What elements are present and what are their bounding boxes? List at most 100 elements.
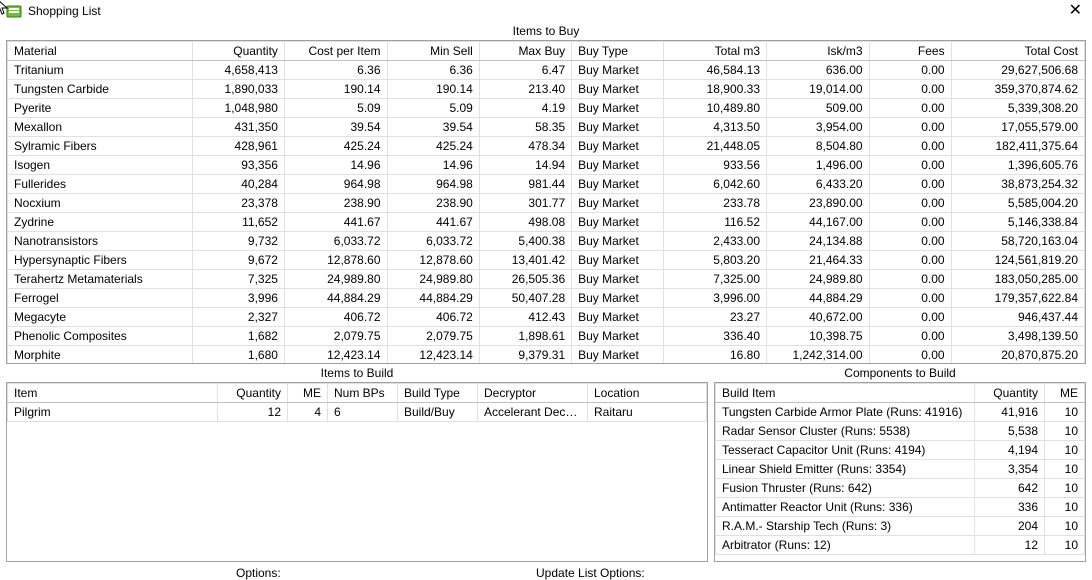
cell: 39.54 [387, 118, 479, 137]
cell: Buy Market [572, 156, 664, 175]
table-row[interactable]: Sylramic Fibers428,961425.24425.24478.34… [8, 137, 1085, 156]
cell: 8,504.80 [767, 137, 870, 156]
cell: 12,878.60 [284, 251, 387, 270]
cell: 124,561,819.20 [951, 251, 1084, 270]
col-isk-m3[interactable]: Isk/m3 [767, 42, 870, 61]
col-max-buy[interactable]: Max Buy [479, 42, 571, 61]
cell: 13,401.42 [479, 251, 571, 270]
table-row[interactable]: Pyerite1,048,9805.095.094.19Buy Market10… [8, 99, 1085, 118]
items-to-build-grid[interactable]: Item Quantity ME Num BPs Build Type Decr… [6, 382, 708, 562]
table-row[interactable]: Linear Shield Emitter (Runs: 3354)3,3541… [716, 460, 1085, 479]
table-row[interactable]: Fullerides40,284964.98964.98981.44Buy Ma… [8, 175, 1085, 194]
cell: 981.44 [479, 175, 571, 194]
cell: 1,048,980 [192, 99, 284, 118]
components-to-build-grid[interactable]: Build Item Quantity ME Tungsten Carbide … [714, 382, 1086, 562]
col-min-sell[interactable]: Min Sell [387, 42, 479, 61]
cell: Buy Market [572, 118, 664, 137]
table-row[interactable]: Hypersynaptic Fibers9,67212,878.6012,878… [8, 251, 1085, 270]
cell: Buy Market [572, 213, 664, 232]
table-row[interactable]: Phenolic Composites1,6822,079.752,079.75… [8, 327, 1085, 346]
table-row[interactable]: Tesseract Capacitor Unit (Runs: 4194)4,1… [716, 441, 1085, 460]
cell: 2,079.75 [387, 327, 479, 346]
cell: 964.98 [284, 175, 387, 194]
cell: 12 [218, 403, 288, 422]
items-to-buy-grid[interactable]: Material Quantity Cost per Item Min Sell… [6, 40, 1086, 364]
table-row[interactable]: Terahertz Metamaterials7,32524,989.8024,… [8, 270, 1085, 289]
table-row[interactable]: Tritanium4,658,4136.366.366.47Buy Market… [8, 61, 1085, 80]
col-c-me[interactable]: ME [1045, 384, 1085, 403]
cell: 4.19 [479, 99, 571, 118]
table-row[interactable]: Ferrogel3,99644,884.2944,884.2950,407.28… [8, 289, 1085, 308]
table-row[interactable]: R.A.M.- Starship Tech (Runs: 3)20410 [716, 517, 1085, 536]
col-fees[interactable]: Fees [869, 42, 951, 61]
table-row[interactable]: Pilgrim1246Build/BuyAccelerant Decry…Rai… [8, 403, 707, 422]
cell: 2,079.75 [284, 327, 387, 346]
cell: 5,146,338.84 [951, 213, 1084, 232]
cell: 40,284 [192, 175, 284, 194]
col-total-cost[interactable]: Total Cost [951, 42, 1084, 61]
cell: 18,900.33 [664, 80, 767, 99]
cell: Tungsten Carbide Armor Plate (Runs: 4191… [716, 403, 975, 422]
cell: 425.24 [387, 137, 479, 156]
table-row[interactable]: Morphite1,68012,423.1412,423.149,379.31B… [8, 346, 1085, 365]
col-b-numbps[interactable]: Num BPs [328, 384, 398, 403]
cell: 406.72 [387, 308, 479, 327]
table-row[interactable]: Nanotransistors9,7326,033.726,033.725,40… [8, 232, 1085, 251]
col-b-location[interactable]: Location [588, 384, 707, 403]
col-material[interactable]: Material [8, 42, 193, 61]
col-b-decryptor[interactable]: Decryptor [478, 384, 588, 403]
cell: 182,411,375.64 [951, 137, 1084, 156]
cell: 3,498,139.50 [951, 327, 1084, 346]
cell: 14.94 [479, 156, 571, 175]
table-row[interactable]: Mexallon431,35039.5439.5458.35Buy Market… [8, 118, 1085, 137]
cell: 9,672 [192, 251, 284, 270]
cell: 44,884.29 [387, 289, 479, 308]
col-c-builditem[interactable]: Build Item [716, 384, 975, 403]
table-row[interactable]: Fusion Thruster (Runs: 642)64210 [716, 479, 1085, 498]
col-item[interactable]: Item [8, 384, 218, 403]
items-to-build-title: Items to Build [6, 364, 708, 382]
table-row[interactable]: Arbitrator (Runs: 12)1210 [716, 536, 1085, 555]
cell: Mexallon [8, 118, 193, 137]
cell: Linear Shield Emitter (Runs: 3354) [716, 460, 975, 479]
cell: 10 [1045, 517, 1085, 536]
table-row[interactable]: Antimatter Reactor Unit (Runs: 336)33610 [716, 498, 1085, 517]
cell: 478.34 [479, 137, 571, 156]
col-quantity[interactable]: Quantity [192, 42, 284, 61]
cell: 0.00 [869, 61, 951, 80]
cell: 93,356 [192, 156, 284, 175]
table-row[interactable]: Tungsten Carbide Armor Plate (Runs: 4191… [716, 403, 1085, 422]
cell: Ferrogel [8, 289, 193, 308]
table-row[interactable]: Zydrine11,652441.67441.67498.08Buy Marke… [8, 213, 1085, 232]
cell: 58,720,163.04 [951, 232, 1084, 251]
cell: 428,961 [192, 137, 284, 156]
close-button[interactable]: ✕ [1065, 3, 1086, 19]
cell: 4 [288, 403, 328, 422]
cell: Antimatter Reactor Unit (Runs: 336) [716, 498, 975, 517]
col-b-buildtype[interactable]: Build Type [398, 384, 478, 403]
cell: 3,954.00 [767, 118, 870, 137]
cell: 10 [1045, 479, 1085, 498]
cell: 238.90 [284, 194, 387, 213]
cell: Buy Market [572, 194, 664, 213]
cell: Buy Market [572, 270, 664, 289]
cell: 0.00 [869, 137, 951, 156]
table-row[interactable]: Nocxium23,378238.90238.90301.77Buy Marke… [8, 194, 1085, 213]
cell: Buy Market [572, 61, 664, 80]
table-row[interactable]: Radar Sensor Cluster (Runs: 5538)5,53810 [716, 422, 1085, 441]
table-row[interactable]: Isogen93,35614.9614.9614.94Buy Market933… [8, 156, 1085, 175]
col-cost-per-item[interactable]: Cost per Item [284, 42, 387, 61]
cell: 50,407.28 [479, 289, 571, 308]
col-b-quantity[interactable]: Quantity [218, 384, 288, 403]
cell: 44,884.29 [284, 289, 387, 308]
table-row[interactable]: Megacyte2,327406.72406.72412.43Buy Marke… [8, 308, 1085, 327]
cell: Buy Market [572, 232, 664, 251]
table-row[interactable]: Tungsten Carbide1,890,033190.14190.14213… [8, 80, 1085, 99]
cell: 0.00 [869, 80, 951, 99]
cell: 412.43 [479, 308, 571, 327]
col-buy-type[interactable]: Buy Type [572, 42, 664, 61]
cell: 2,433.00 [664, 232, 767, 251]
col-total-m3[interactable]: Total m3 [664, 42, 767, 61]
col-c-quantity[interactable]: Quantity [975, 384, 1045, 403]
col-b-me[interactable]: ME [288, 384, 328, 403]
